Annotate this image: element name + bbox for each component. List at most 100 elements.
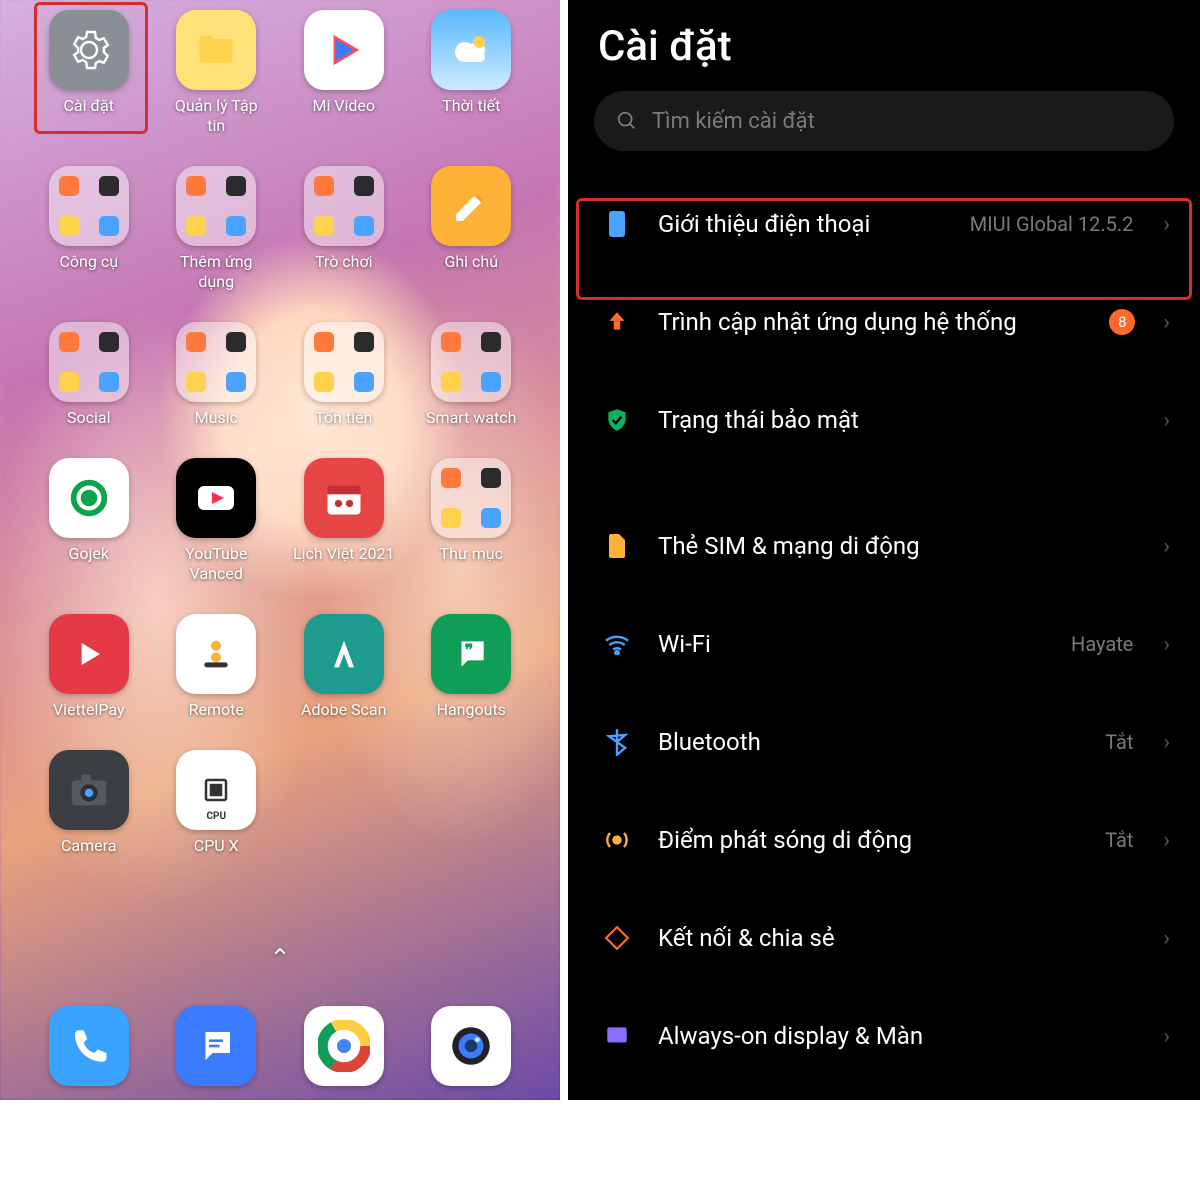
app-label: Ghi chú bbox=[444, 252, 498, 272]
settings-row-k-t-n-i-chia-s-[interactable]: Kết nối & chia sẻ › bbox=[568, 889, 1200, 987]
app-chrome[interactable] bbox=[293, 1006, 395, 1086]
phone-rect-icon bbox=[598, 209, 636, 239]
chevron-right-icon: › bbox=[1163, 828, 1170, 853]
folder-group-icon bbox=[431, 322, 511, 402]
app-social[interactable]: Social bbox=[38, 322, 140, 428]
app-label: Social bbox=[67, 408, 110, 428]
settings-row-label: Trình cập nhật ứng dụng hệ thống bbox=[658, 307, 1087, 337]
folder-group-icon bbox=[49, 322, 129, 402]
app-label: Quản lý Tập tin bbox=[166, 96, 268, 136]
app-th-m-c[interactable]: Thư mục bbox=[421, 458, 523, 584]
share-icon bbox=[598, 925, 636, 951]
app-qu-n-l-t-p-tin[interactable]: Quản lý Tập tin bbox=[166, 10, 268, 136]
settings-list: Giới thiệu điện thoại MIUI Global 12.5.2 ›… bbox=[568, 175, 1200, 1085]
app-youtube-vanced[interactable]: YouTube Vanced bbox=[166, 458, 268, 584]
app-label: Trò chơi bbox=[315, 252, 373, 272]
settings-row-label: Always-on display & Màn bbox=[658, 1021, 1141, 1051]
settings-row-always-on-display-m-n[interactable]: Always-on display & Màn › bbox=[568, 987, 1200, 1085]
settings-row-label: Kết nối & chia sẻ bbox=[658, 923, 1141, 953]
page-indicator[interactable]: ⌃ bbox=[0, 944, 560, 974]
quote-icon: ❞ bbox=[431, 614, 511, 694]
app-cpu-x[interactable]: CPUCPU X bbox=[166, 750, 268, 856]
app-label: Thêm ứng dụng bbox=[166, 252, 268, 292]
app-mi-video[interactable]: Mi Video bbox=[293, 10, 395, 136]
app-label: Gojek bbox=[69, 544, 109, 564]
chevron-right-icon: › bbox=[1163, 408, 1170, 433]
app-label: CPU X bbox=[194, 836, 239, 856]
app-c-ng-c-[interactable]: Công cụ bbox=[38, 166, 140, 292]
app-l-ch-vi-t-2021[interactable]: Lịch Việt 2021 bbox=[293, 458, 395, 584]
app-label: Mi Video bbox=[312, 96, 375, 116]
shield-icon bbox=[598, 407, 636, 433]
cloud-icon bbox=[431, 10, 511, 90]
settings-row-label: Giới thiệu điện thoại bbox=[658, 209, 948, 239]
app-messages[interactable] bbox=[166, 1006, 268, 1086]
app-th-i-ti-t[interactable]: Thời tiết bbox=[421, 10, 523, 136]
home-screen: Cài đặt Quản lý Tập tin Mi Video Thời tiết C… bbox=[0, 0, 560, 1100]
display-icon bbox=[598, 1023, 636, 1049]
settings-row-tr-ng-th-i-b-o-m-t[interactable]: Trạng thái bảo mật› bbox=[568, 371, 1200, 469]
app-label: Smart watch bbox=[426, 408, 516, 428]
app-label: Công cụ bbox=[59, 252, 118, 272]
update-badge: 8 bbox=[1109, 309, 1135, 335]
app-label: Cài đặt bbox=[64, 96, 114, 116]
app-label: Camera bbox=[61, 836, 116, 856]
settings-row-label: Thẻ SIM & mạng di động bbox=[658, 531, 1141, 561]
settings-row-wi-fi[interactable]: Wi-FiHayate› bbox=[568, 595, 1200, 693]
app-label: YouTube Vanced bbox=[166, 544, 268, 584]
app-label: Tốn tiền bbox=[315, 408, 372, 428]
folder-group-icon bbox=[431, 458, 511, 538]
app-th-m-ng-d-ng[interactable]: Thêm ứng dụng bbox=[166, 166, 268, 292]
app-grid: Cài đặt Quản lý Tập tin Mi Video Thời tiết C… bbox=[38, 10, 522, 856]
chevron-right-icon: › bbox=[1163, 1024, 1170, 1049]
settings-row-th-sim-m-ng-di-ng[interactable]: Thẻ SIM & mạng di động › bbox=[568, 497, 1200, 595]
vplay-icon bbox=[49, 614, 129, 694]
chrome-icon bbox=[304, 1006, 384, 1086]
remote-icon bbox=[176, 614, 256, 694]
folder-group-icon bbox=[304, 322, 384, 402]
settings-row-label: Bluetooth bbox=[658, 727, 1083, 757]
settings-row-value: Tắt bbox=[1105, 828, 1133, 852]
chevron-right-icon: › bbox=[1163, 926, 1170, 951]
app-smart-watch[interactable]: Smart watch bbox=[421, 322, 523, 428]
chevron-right-icon: › bbox=[1163, 730, 1170, 755]
app-camera[interactable]: Camera bbox=[38, 750, 140, 856]
app-viettelpay[interactable]: ViettelPay bbox=[38, 614, 140, 720]
app-hangouts[interactable]: ❞ Hangouts bbox=[421, 614, 523, 720]
app-label: Adobe Scan bbox=[301, 700, 386, 720]
folder-group-icon bbox=[176, 322, 256, 402]
app-label: Thời tiết bbox=[442, 96, 500, 116]
yt-icon bbox=[176, 458, 256, 538]
settings-row-value: Tắt bbox=[1105, 730, 1133, 754]
search-placeholder: Tìm kiếm cài đặt bbox=[652, 109, 815, 134]
chevron-right-icon: › bbox=[1163, 534, 1170, 559]
app-adobe-scan[interactable]: Adobe Scan bbox=[293, 614, 395, 720]
app-gojek[interactable]: Gojek bbox=[38, 458, 140, 584]
target-icon bbox=[49, 458, 129, 538]
folder-group-icon bbox=[304, 166, 384, 246]
settings-row-bluetooth[interactable]: Bluetooth Tắt › bbox=[568, 693, 1200, 791]
settings-row-gi-i-thi-u-i-n-tho-i[interactable]: Giới thiệu điện thoạiMIUI Global 12.5.2› bbox=[568, 175, 1200, 273]
app-t-n-ti-n[interactable]: Tốn tiền bbox=[293, 322, 395, 428]
settings-row-label: Wi-Fi bbox=[658, 629, 1049, 659]
folder-group-icon bbox=[176, 166, 256, 246]
app-music[interactable]: Music bbox=[166, 322, 268, 428]
app-label: Hangouts bbox=[437, 700, 506, 720]
settings-row-value: MIUI Global 12.5.2 bbox=[970, 212, 1134, 236]
app-label: ViettelPay bbox=[53, 700, 125, 720]
settings-row--i-m-ph-t-s-ng-di-ng[interactable]: Điểm phát sóng di độngTắt› bbox=[568, 791, 1200, 889]
settings-search[interactable]: Tìm kiếm cài đặt bbox=[594, 91, 1174, 151]
app-camera[interactable] bbox=[421, 1006, 523, 1086]
pencil-icon bbox=[431, 166, 511, 246]
svg-text:❞: ❞ bbox=[465, 641, 474, 660]
app-tr-ch-i[interactable]: Trò chơi bbox=[293, 166, 395, 292]
adobe-icon bbox=[304, 614, 384, 694]
app-phone[interactable] bbox=[38, 1006, 140, 1086]
app-ghi-ch-[interactable]: Ghi chú bbox=[421, 166, 523, 292]
app-label: Lịch Việt 2021 bbox=[293, 544, 394, 564]
sim-icon bbox=[598, 532, 636, 560]
phone-icon bbox=[49, 1006, 129, 1086]
app-c-i-t[interactable]: Cài đặt bbox=[38, 10, 140, 136]
settings-row-tr-nh-c-p-nh-t-ng-d-ng-h-th-ng[interactable]: Trình cập nhật ứng dụng hệ thống8› bbox=[568, 273, 1200, 371]
app-remote[interactable]: Remote bbox=[166, 614, 268, 720]
